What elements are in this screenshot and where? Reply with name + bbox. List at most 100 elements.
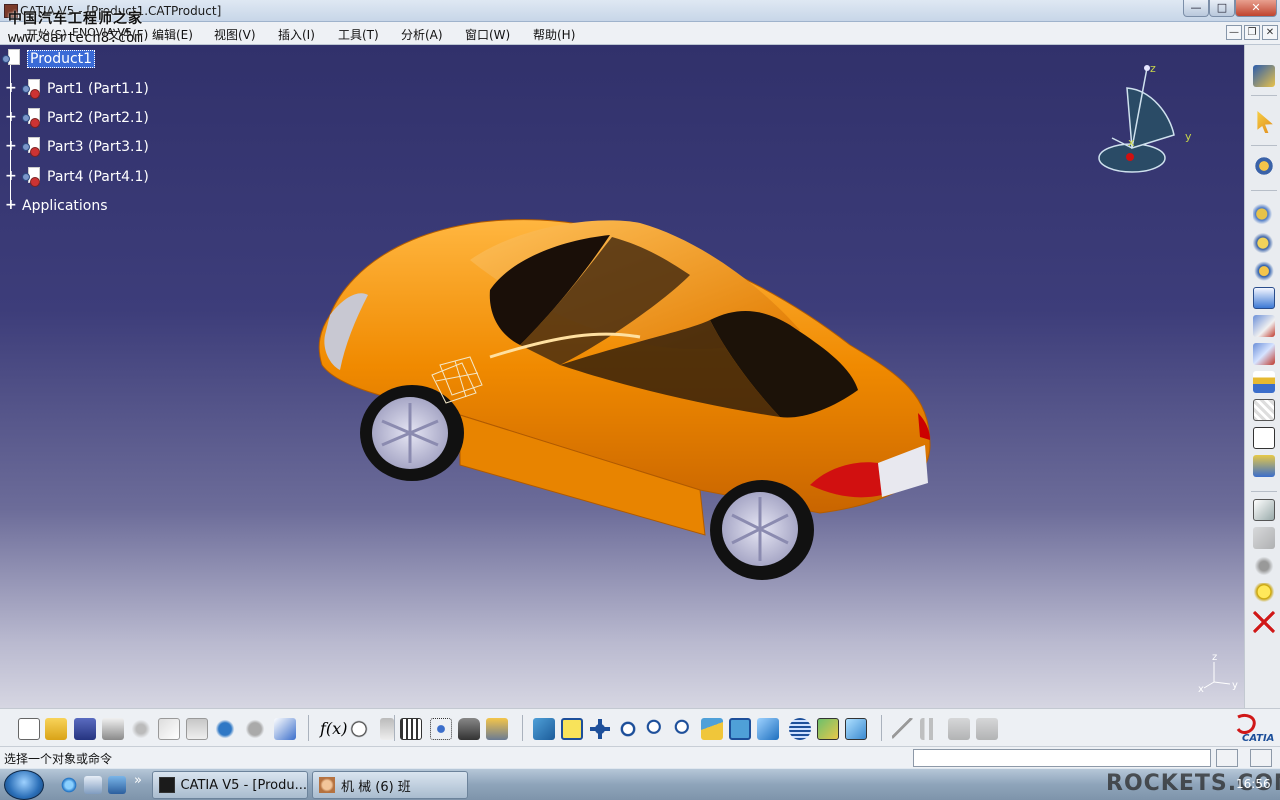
- tree-node-part4[interactable]: Part4 (Part4.1): [22, 167, 149, 187]
- menu-help[interactable]: 帮助(H): [533, 26, 575, 43]
- menu-tools[interactable]: 工具(T): [338, 26, 379, 43]
- new-product-icon[interactable]: [1253, 231, 1275, 253]
- open-icon[interactable]: [45, 718, 67, 740]
- maximize-button[interactable]: □: [1209, 0, 1235, 17]
- snap-icon[interactable]: [1253, 155, 1275, 177]
- tree-part-label[interactable]: Part3 (Part3.1): [47, 139, 149, 155]
- undo-icon[interactable]: [214, 718, 236, 740]
- swap-icon[interactable]: [845, 718, 867, 740]
- tree-node-product1[interactable]: Product1: [2, 49, 96, 69]
- right-toolbar: [1244, 45, 1280, 708]
- select-arrow-icon[interactable]: [1257, 111, 1273, 133]
- watermark-url: www.cartech8.com: [8, 30, 143, 46]
- tree-part-label[interactable]: Part1 (Part1.1): [47, 81, 149, 97]
- bulb-icon[interactable]: [1253, 583, 1275, 605]
- render-style-icon[interactable]: [789, 718, 811, 740]
- hide-icon[interactable]: [817, 718, 839, 740]
- table-icon[interactable]: [400, 718, 422, 740]
- expand-plus-icon[interactable]: +: [5, 169, 17, 183]
- cut-icon[interactable]: [130, 718, 152, 740]
- pan-icon[interactable]: [589, 718, 611, 740]
- new-component-icon[interactable]: [1253, 203, 1275, 225]
- existing-component-icon[interactable]: [1253, 287, 1275, 309]
- fly-mode-icon[interactable]: [533, 718, 555, 740]
- formula-icon[interactable]: f(x): [320, 718, 347, 740]
- new-icon[interactable]: [18, 718, 40, 740]
- swap-visible-space-icon[interactable]: [1253, 555, 1275, 577]
- comment-icon[interactable]: [348, 718, 370, 740]
- menu-edit[interactable]: 编辑(E): [152, 26, 193, 43]
- fit-all-icon[interactable]: [561, 718, 583, 740]
- doc-close-button[interactable]: ✕: [1262, 25, 1278, 40]
- bill-of-material-icon[interactable]: [1253, 427, 1275, 449]
- taskbar-chat[interactable]: 机 械 (6) 班: [312, 771, 468, 799]
- tree-part-label[interactable]: Part2 (Part2.1): [47, 110, 149, 126]
- desktop-icon[interactable]: [108, 776, 126, 794]
- normal-view-icon[interactable]: [701, 718, 723, 740]
- lock-icon[interactable]: [458, 718, 480, 740]
- minimize-button[interactable]: —: [1183, 0, 1209, 17]
- ie-icon[interactable]: [60, 776, 78, 794]
- iso-view-icon[interactable]: [729, 718, 751, 740]
- start-button[interactable]: [4, 770, 44, 800]
- views-cube-icon[interactable]: [757, 718, 779, 740]
- tree-icon-a[interactable]: [948, 718, 970, 740]
- snap-constraints-icon[interactable]: [1253, 499, 1275, 521]
- 3d-viewport[interactable]: Product1 + Part1 (Part1.1) + Part2 (Part…: [0, 45, 1244, 708]
- whats-this-icon[interactable]: [274, 718, 296, 740]
- menu-insert[interactable]: 插入(I): [278, 26, 315, 43]
- expand-plus-icon[interactable]: +: [5, 81, 17, 95]
- doc-restore-button[interactable]: ❐: [1244, 25, 1260, 40]
- taskbar: » CATIA V5 - [Produ... 机 械 (6) 班 ROCKETS…: [0, 768, 1280, 800]
- close-button[interactable]: ✕: [1235, 0, 1277, 17]
- product-icon: [2, 49, 24, 69]
- measure-icon[interactable]: [380, 718, 394, 740]
- tree-node-part1[interactable]: Part1 (Part1.1): [22, 79, 149, 99]
- generate-numbering-icon[interactable]: [1253, 371, 1275, 393]
- new-part-icon[interactable]: [1253, 259, 1275, 281]
- tree-applications-label[interactable]: Applications: [22, 198, 108, 214]
- explorer-icon[interactable]: [84, 776, 102, 794]
- axis-x-label: x: [1198, 684, 1204, 695]
- replace-component-icon[interactable]: [1253, 315, 1275, 337]
- command-input[interactable]: [913, 749, 1211, 767]
- tree-icon-b[interactable]: [976, 718, 998, 740]
- expand-plus-icon[interactable]: +: [5, 139, 17, 153]
- manipulation-icon[interactable]: [1253, 455, 1275, 477]
- taskbar-overflow[interactable]: »: [134, 773, 142, 788]
- graph-tree-reordering-icon[interactable]: [1253, 343, 1275, 365]
- command-button-b[interactable]: [1250, 749, 1272, 767]
- taskbar-clock[interactable]: 16:56: [1236, 777, 1271, 791]
- zoom-in-icon[interactable]: [645, 718, 667, 740]
- publish-icon[interactable]: [486, 718, 508, 740]
- catalog-icon[interactable]: [430, 718, 452, 740]
- save-icon[interactable]: [74, 718, 96, 740]
- hide-show-icon[interactable]: [1253, 527, 1275, 549]
- expand-plus-icon[interactable]: +: [5, 110, 17, 124]
- tree-node-applications[interactable]: Applications: [22, 196, 108, 216]
- zoom-out-icon[interactable]: [673, 718, 695, 740]
- taskbar-catia[interactable]: CATIA V5 - [Produ...: [152, 771, 308, 799]
- copy-icon[interactable]: [158, 718, 180, 740]
- menu-window[interactable]: 窗口(W): [465, 26, 510, 43]
- tree-root-label[interactable]: Product1: [27, 50, 96, 68]
- menu-analysis[interactable]: 分析(A): [401, 26, 443, 43]
- tree-node-part2[interactable]: Part2 (Part2.1): [22, 108, 149, 128]
- axis-triad-icon: z x y: [1198, 652, 1238, 695]
- delete-constraint-icon[interactable]: [1253, 611, 1275, 633]
- tree-node-part3[interactable]: Part3 (Part3.1): [22, 137, 149, 157]
- rotate-icon[interactable]: [617, 718, 639, 740]
- workbench-icon[interactable]: [1253, 65, 1275, 87]
- expand-plus-icon[interactable]: +: [5, 198, 17, 212]
- menu-view[interactable]: 视图(V): [214, 26, 256, 43]
- arrows-icon[interactable]: [920, 718, 942, 740]
- tree-part-label[interactable]: Part4 (Part4.1): [47, 169, 149, 185]
- sketch-analysis-icon[interactable]: [892, 718, 914, 740]
- compass-icon[interactable]: z y x: [1092, 60, 1202, 180]
- command-button-a[interactable]: [1216, 749, 1238, 767]
- doc-minimize-button[interactable]: —: [1226, 25, 1242, 40]
- print-icon[interactable]: [102, 718, 124, 740]
- paste-icon[interactable]: [186, 718, 208, 740]
- multi-instantiation-icon[interactable]: [1253, 399, 1275, 421]
- redo-icon[interactable]: [244, 718, 266, 740]
